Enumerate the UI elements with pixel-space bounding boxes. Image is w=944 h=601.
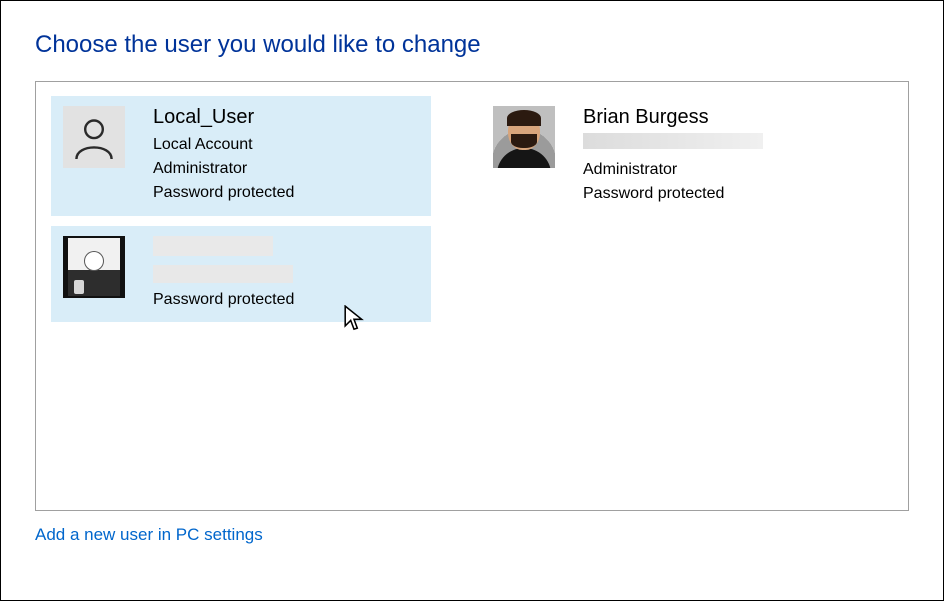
user-name-redacted	[153, 236, 273, 256]
user-info: Password protected	[153, 236, 419, 312]
user-role: Administrator	[153, 157, 419, 181]
user-password-status: Password protected	[153, 288, 419, 312]
avatar-placeholder-icon	[63, 106, 125, 168]
avatar-landscape-icon	[63, 236, 125, 298]
user-password-status: Password protected	[583, 182, 849, 206]
user-password-status: Password protected	[153, 181, 419, 205]
user-card-brian-burgess[interactable]: Brian Burgess Administrator Password pro…	[481, 96, 861, 216]
page-title: Choose the user you would like to change	[35, 31, 909, 59]
user-account-type: Local Account	[153, 133, 419, 157]
user-name: Brian Burgess	[583, 106, 849, 129]
user-email-redacted	[583, 133, 763, 149]
user-card-redacted[interactable]: Password protected	[51, 226, 431, 322]
add-user-link[interactable]: Add a new user in PC settings	[35, 525, 263, 545]
user-info: Local_User Local Account Administrator P…	[153, 106, 419, 205]
avatar-photo	[493, 106, 555, 168]
user-name: Local_User	[153, 106, 419, 129]
user-card-local-user[interactable]: Local_User Local Account Administrator P…	[51, 96, 431, 216]
user-role: Administrator	[583, 158, 849, 182]
users-panel: Local_User Local Account Administrator P…	[35, 81, 909, 511]
users-grid: Local_User Local Account Administrator P…	[51, 96, 893, 322]
user-info: Brian Burgess Administrator Password pro…	[583, 106, 849, 206]
user-line-redacted	[153, 265, 293, 283]
